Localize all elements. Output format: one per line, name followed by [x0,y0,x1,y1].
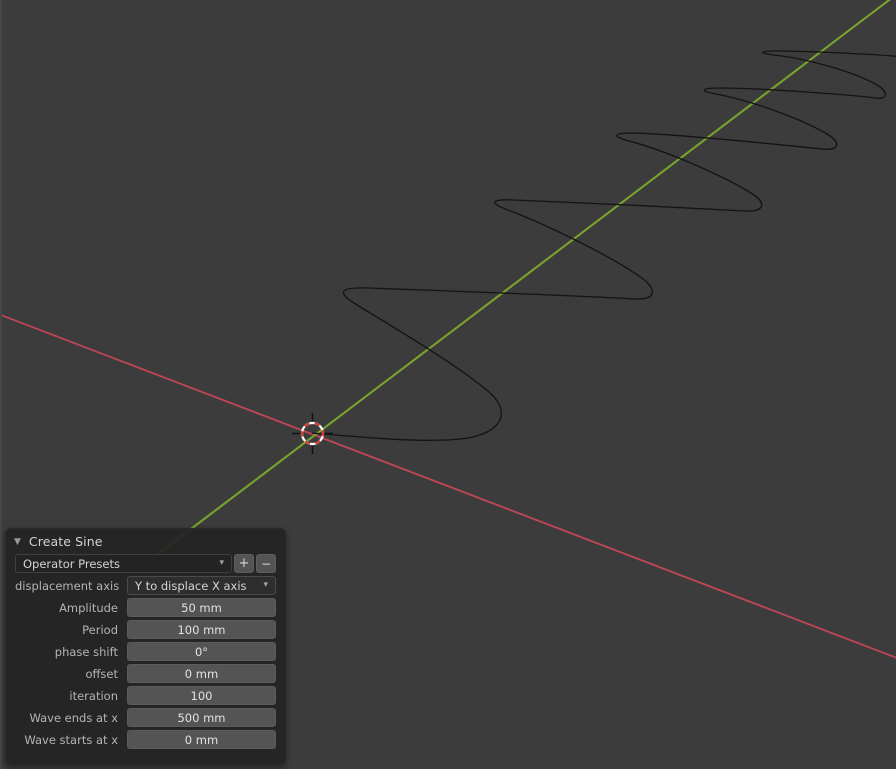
property-value: 100 mm [177,622,226,637]
displacement-axis-dropdown[interactable]: Y to displace X axis ▾ [127,576,276,595]
operator-presets-dropdown[interactable]: Operator Presets ▾ [15,554,232,573]
wave-ends-at-x-input[interactable]: 500 mm [127,708,276,727]
property-row-wave-ends-at-x: Wave ends at x 500 mm [15,708,276,727]
period-input[interactable]: 100 mm [127,620,276,639]
property-row-iteration: iteration 100 [15,686,276,705]
chevron-down-icon: ▾ [219,558,224,568]
panel-header[interactable]: ▼ Create Sine [6,529,285,554]
operator-redo-panel[interactable]: ▼ Create Sine Operator Presets ▾ + − dis… [5,528,286,765]
page-title: Create Sine [28,534,103,549]
property-label: Amplitude [59,600,118,615]
property-label: offset [85,666,118,681]
operator-presets-label: Operator Presets [23,556,120,571]
property-row-displacement-axis: displacement axis Y to displace X axis ▾ [15,576,276,595]
offset-input[interactable]: 0 mm [127,664,276,683]
property-label: iteration [69,688,118,703]
operator-presets-row: Operator Presets ▾ + − [15,554,276,573]
property-label: phase shift [54,644,118,659]
triangle-down-icon[interactable]: ▼ [14,538,21,547]
panel-body: Operator Presets ▾ + − displacement axis… [6,554,285,757]
viewport-left-edge [0,0,2,769]
3d-cursor[interactable] [292,413,333,454]
property-value: 0 mm [184,732,219,747]
property-row-phase-shift: phase shift 0° [15,642,276,661]
property-label: Period [82,622,118,637]
chevron-down-icon: ▾ [263,580,268,590]
property-label: Wave starts at x [24,732,118,747]
remove-preset-button[interactable]: − [256,554,276,573]
add-preset-button[interactable]: + [234,554,254,573]
property-row-offset: offset 0 mm [15,664,276,683]
iteration-input[interactable]: 100 [127,686,276,705]
property-value: 500 mm [177,710,226,725]
property-row-period: Period 100 mm [15,620,276,639]
property-label: displacement axis [15,578,120,593]
y-axis-line [149,0,891,561]
amplitude-input[interactable]: 50 mm [127,598,276,617]
property-row-wave-starts-at-x: Wave starts at x 0 mm [15,730,276,749]
property-value: 50 mm [181,600,222,615]
property-value: 0° [194,644,209,659]
wave-starts-at-x-input[interactable]: 0 mm [127,730,276,749]
property-label: Wave ends at x [29,710,118,725]
property-value: 100 [190,688,213,703]
property-row-amplitude: Amplitude 50 mm [15,598,276,617]
property-value: Y to displace X axis [135,578,247,593]
blender-window: ▼ Create Sine Operator Presets ▾ + − dis… [0,0,896,769]
property-value: 0 mm [184,666,219,681]
phase-shift-input[interactable]: 0° [127,642,276,661]
sine-curve-object [311,50,896,441]
